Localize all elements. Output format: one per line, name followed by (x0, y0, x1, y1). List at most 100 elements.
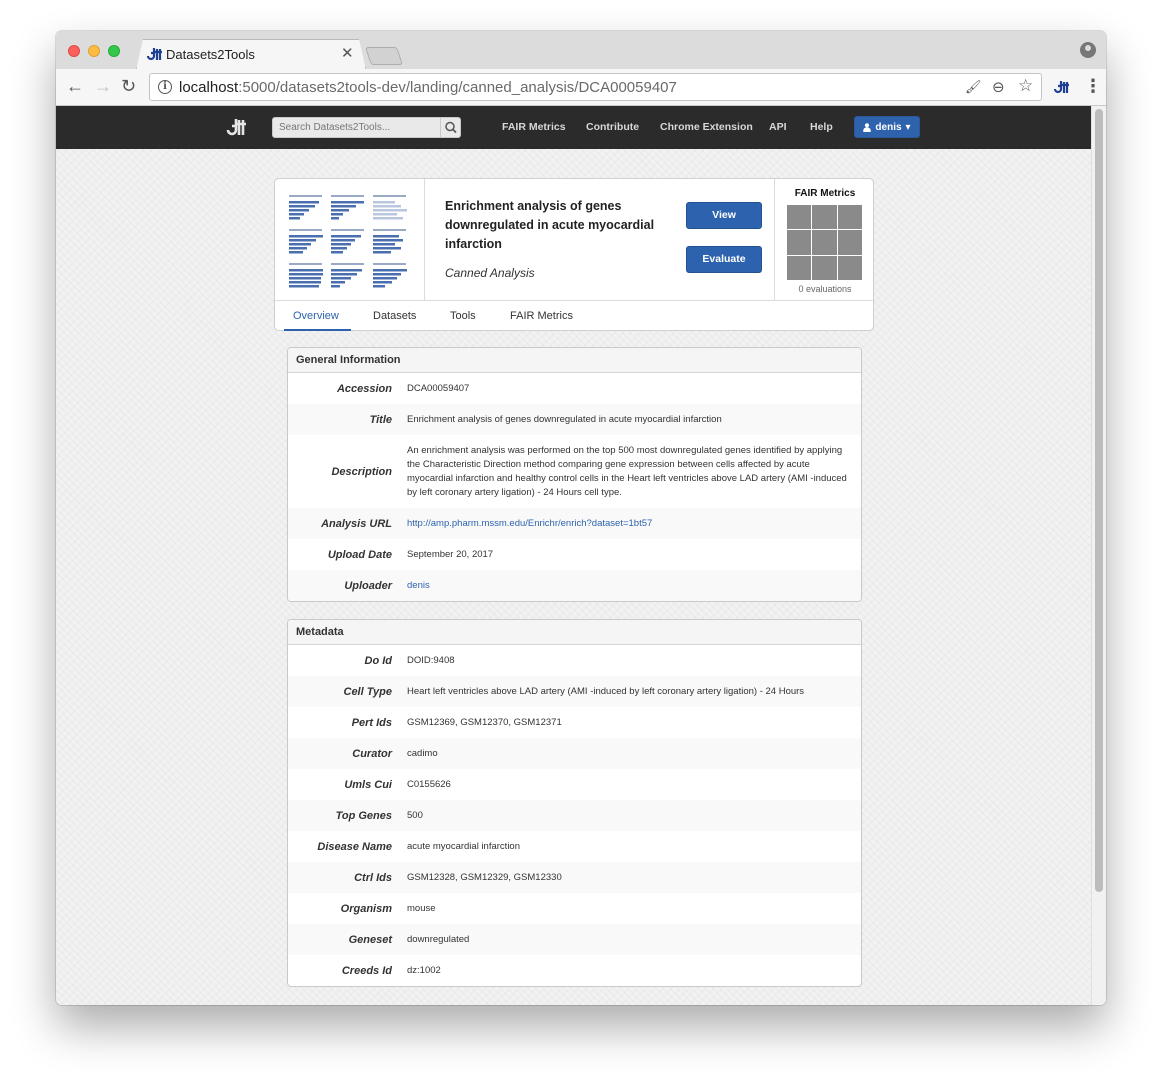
browser-menu-icon[interactable]: ⋮ (1084, 76, 1102, 97)
paint-brush-icon[interactable]: 🖌 (965, 79, 982, 95)
fair-cell (812, 255, 837, 280)
field-label: Cell Type (343, 685, 393, 698)
field-value: GSM12328, GSM12329, GSM12330 (407, 871, 562, 883)
divider (424, 179, 425, 300)
field-value: cadimo (407, 747, 438, 759)
field-label: Ctrl Ids (354, 871, 392, 884)
field-label: Title (369, 413, 392, 426)
datasets2tools-extension-icon[interactable] (1053, 78, 1071, 96)
fair-metrics-grid[interactable] (787, 205, 862, 280)
search-icon (445, 121, 457, 134)
fair-evaluation-count: 0 evaluations (798, 284, 852, 294)
nav-link-fair-metrics[interactable]: FAIR Metrics (502, 121, 566, 133)
url-path: :5000/datasets2tools-dev/landing/canned_… (238, 79, 677, 96)
tab-close-icon[interactable]: ✕ (341, 44, 354, 62)
general-information-table: Accession DCA00059407 Title Enrichment a… (288, 373, 861, 601)
field-value: downregulated (407, 933, 470, 945)
table-row: Cell Type Heart left ventricles above LA… (288, 676, 861, 707)
field-label: Umls Cui (344, 778, 392, 791)
user-name: denis (875, 121, 902, 133)
close-window-button[interactable] (68, 45, 80, 57)
page-viewport: FAIR Metrics Contribute Chrome Extension… (56, 106, 1106, 1005)
maximize-window-button[interactable] (108, 45, 120, 57)
table-row: Upload Date September 20, 2017 (288, 539, 861, 570)
table-row: Umls Cui C0155626 (288, 769, 861, 800)
active-tab-indicator (284, 329, 351, 331)
datasets2tools-logo-icon[interactable] (226, 115, 248, 139)
field-label: Analysis URL (321, 517, 392, 530)
general-information-panel: General Information Accession DCA0005940… (287, 347, 862, 602)
fair-cell (837, 230, 862, 255)
search-input[interactable] (273, 118, 439, 137)
field-label: Uploader (344, 579, 392, 592)
field-value: mouse (407, 902, 436, 914)
tab-strip: Datasets2Tools ✕ (56, 31, 1106, 69)
analysis-type: Canned Analysis (445, 266, 535, 280)
table-row: Organism mouse (288, 893, 861, 924)
table-row: Uploader denis (288, 570, 861, 601)
field-value: 500 (407, 809, 423, 821)
tab-overview[interactable]: Overview (293, 310, 339, 322)
nav-link-chrome-extension[interactable]: Chrome Extension (660, 121, 753, 133)
field-label: Upload Date (327, 548, 392, 561)
url-text[interactable]: localhost:5000/datasets2tools-dev/landin… (179, 79, 677, 96)
address-bar[interactable]: i localhost:5000/datasets2tools-dev/land… (149, 73, 1042, 101)
table-row: Accession DCA00059407 (288, 373, 861, 404)
view-button[interactable]: View (686, 202, 762, 229)
analysis-thumbnail (289, 195, 407, 288)
zoom-icon[interactable]: ⊖ (992, 78, 1005, 96)
table-row: Creeds Id dz:1002 (288, 955, 861, 986)
info-icon[interactable]: i (158, 80, 172, 94)
fair-cell (812, 205, 837, 230)
uploader-link[interactable]: denis (392, 579, 444, 593)
site-navbar: FAIR Metrics Contribute Chrome Extension… (56, 106, 1091, 149)
search-button[interactable] (440, 118, 460, 137)
table-row: Top Genes 500 (288, 800, 861, 831)
user-icon (863, 122, 872, 132)
table-row: Curator cadimo (288, 738, 861, 769)
tab-title: Datasets2Tools (166, 47, 255, 62)
table-row: Ctrl Ids GSM12328, GSM12329, GSM12330 (288, 862, 861, 893)
field-value: September 20, 2017 (407, 548, 494, 560)
analysis-url-link[interactable]: http://amp.pharm.mssm.edu/Enrichr/enrich… (392, 517, 666, 531)
table-row: Pert Ids GSM12369, GSM12370, GSM12371 (288, 707, 861, 738)
field-label: Creeds Id (341, 964, 392, 977)
nav-link-api[interactable]: API (769, 121, 787, 133)
field-label: Pert Ids (351, 716, 392, 729)
field-label: Top Genes (335, 809, 392, 822)
fair-cell (837, 205, 862, 230)
tab-tools[interactable]: Tools (450, 310, 476, 322)
table-row: Do Id DOID:9408 (288, 645, 861, 676)
datasets2tools-favicon-icon (146, 48, 162, 61)
user-menu-button[interactable]: denis ▾ (854, 116, 920, 138)
nav-link-contribute[interactable]: Contribute (586, 121, 639, 133)
field-value: C0155626 (407, 778, 451, 790)
tab-fair-metrics[interactable]: FAIR Metrics (510, 310, 573, 322)
scrollbar[interactable] (1091, 106, 1106, 1005)
table-row: Geneset downregulated (288, 924, 861, 955)
forward-icon[interactable]: → (94, 77, 112, 95)
profile-icon[interactable] (1080, 42, 1096, 58)
back-icon[interactable]: ← (66, 77, 84, 95)
minimize-window-button[interactable] (88, 45, 100, 57)
field-value: DOID:9408 (407, 654, 455, 666)
fair-cell (787, 205, 812, 230)
url-host: localhost (179, 79, 239, 96)
nav-link-help[interactable]: Help (810, 121, 833, 133)
browser-toolbar: ← → ↻ i localhost:5000/datasets2tools-de… (56, 69, 1106, 106)
caret-down-icon: ▾ (905, 121, 911, 133)
search-box (272, 117, 461, 138)
field-value: Heart left ventricles above LAD artery (… (407, 685, 805, 697)
browser-window: Datasets2Tools ✕ ← → ↻ i localhost:5000/… (56, 31, 1106, 1005)
scrollbar-thumb[interactable] (1095, 109, 1103, 892)
field-label: Curator (352, 747, 392, 760)
tab-datasets[interactable]: Datasets (373, 310, 416, 322)
bookmark-star-icon[interactable]: ☆ (1018, 76, 1033, 96)
table-row: Title Enrichment analysis of genes downr… (288, 404, 861, 435)
field-value: acute myocardial infarction (407, 840, 520, 852)
reload-icon[interactable]: ↻ (121, 77, 136, 95)
field-label: Description (331, 465, 392, 478)
evaluate-button[interactable]: Evaluate (686, 246, 762, 273)
new-tab-button[interactable] (365, 47, 403, 65)
field-value: GSM12369, GSM12370, GSM12371 (407, 716, 562, 728)
